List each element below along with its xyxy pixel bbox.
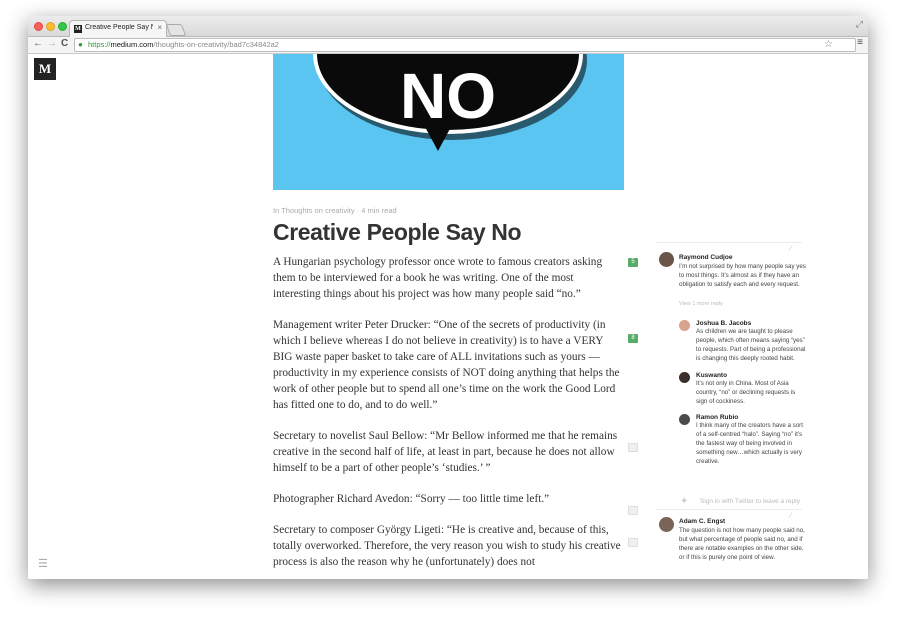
medium-logo[interactable]: M: [34, 58, 56, 80]
paragraph: Photographer Richard Avedon: “Sorry — to…: [273, 493, 550, 505]
note-add-icon[interactable]: [628, 443, 638, 452]
avatar[interactable]: [679, 320, 690, 331]
minimize-window-button[interactable]: [46, 22, 55, 31]
avatar[interactable]: [659, 517, 674, 532]
response-text: As children we are taught to please peop…: [696, 328, 806, 362]
response-text: I think many of the creators have a sort…: [696, 422, 803, 465]
response-text: I’m not surprised by how many people say…: [679, 263, 806, 288]
response-text: The question is not how many people said…: [679, 527, 805, 561]
sign-in-twitter-link[interactable]: Sign in with Twitter to leave a reply: [700, 498, 800, 505]
url-scheme: https://: [88, 40, 111, 49]
paragraph: Secretary to novelist Saul Bellow: “Mr B…: [273, 430, 618, 474]
avatar[interactable]: [679, 414, 690, 425]
response-text: It’s not only in China. Most of Asia cou…: [696, 380, 796, 405]
browser-toolbar: ← → C ● https://medium.com/thoughts-on-c…: [28, 37, 868, 54]
paragraph: Management writer Peter Drucker: “One of…: [273, 319, 620, 411]
response-author[interactable]: Adam C. Engst: [679, 518, 725, 525]
avatar[interactable]: [659, 252, 674, 267]
article-title: Creative People Say No: [273, 219, 522, 245]
note-add-icon[interactable]: [628, 506, 638, 515]
tab-active[interactable]: M Creative People Say No ×: [69, 20, 167, 38]
tab-bar: M Creative People Say No × ⤢: [28, 16, 868, 38]
forward-icon[interactable]: →: [47, 38, 57, 49]
divider: [656, 242, 802, 243]
reload-icon[interactable]: C: [61, 38, 68, 49]
url-domain: medium.com: [110, 40, 154, 49]
link-icon[interactable]: ∕: [790, 244, 791, 253]
page-content: M NO In Thoughts on creativity · 4 min r…: [28, 54, 868, 579]
browser-window: M Creative People Say No × ⤢ ← → C ● htt…: [28, 16, 868, 579]
divider: [656, 509, 802, 510]
hero-no-text: NO: [400, 60, 496, 132]
response-author[interactable]: Raymond Cudjoe: [679, 254, 732, 261]
tab-title: Creative People Say No: [85, 24, 153, 31]
note-count-badge[interactable]: 5: [628, 258, 638, 267]
article-body: A Hungarian psychology professor once wr…: [273, 254, 623, 579]
medium-favicon-icon: M: [74, 25, 82, 33]
avatar[interactable]: [679, 372, 690, 383]
twitter-bird-icon: ✦: [680, 496, 689, 507]
response-author[interactable]: Joshua B. Jacobs: [696, 320, 751, 327]
view-replies-link[interactable]: View 1 more reply: [679, 301, 723, 307]
bookmark-star-icon[interactable]: ☆: [824, 39, 833, 50]
note-count-badge[interactable]: 8: [628, 334, 638, 343]
speech-bubble: NO: [313, 54, 583, 134]
back-icon[interactable]: ←: [33, 38, 43, 49]
response-author[interactable]: Kuswanto: [696, 372, 727, 379]
paragraph: A Hungarian psychology professor once wr…: [273, 256, 603, 300]
link-icon[interactable]: ∕: [790, 511, 791, 520]
article-meta[interactable]: In Thoughts on creativity · 4 min read: [273, 206, 397, 215]
new-tab-button[interactable]: [165, 24, 187, 36]
speech-bubble-tail: [424, 125, 452, 151]
zoom-window-button[interactable]: [58, 22, 67, 31]
address-bar[interactable]: ● https://medium.com/thoughts-on-creativ…: [74, 38, 856, 52]
tab-close-icon[interactable]: ×: [157, 23, 162, 32]
lock-icon: ●: [78, 40, 83, 49]
response-author[interactable]: Ramon Rubio: [696, 414, 738, 421]
paragraph: Secretary to composer György Ligeti: “He…: [273, 524, 621, 568]
url-text: https://medium.com/thoughts-on-creativit…: [88, 40, 279, 49]
close-window-button[interactable]: [34, 22, 43, 31]
fullscreen-icon[interactable]: ⤢: [856, 19, 863, 30]
note-add-icon[interactable]: [628, 538, 638, 547]
reading-list-icon[interactable]: ☰: [38, 557, 48, 570]
browser-menu-icon[interactable]: ≡: [857, 37, 863, 48]
hero-image: NO: [273, 54, 624, 190]
url-path: /thoughts-on-creativity/bad7c34842a2: [153, 40, 279, 49]
